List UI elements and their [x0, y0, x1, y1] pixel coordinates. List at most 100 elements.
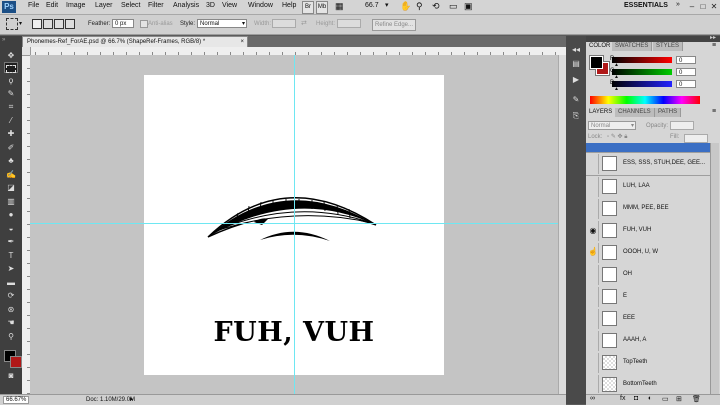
pen-tool-icon[interactable]: ✒ — [4, 236, 18, 247]
healing-brush-tool-icon[interactable]: ✚ — [4, 128, 18, 139]
refine-edge-button[interactable]: Refine Edge... — [372, 19, 416, 31]
tab-color[interactable]: COLOR — [586, 42, 615, 51]
layer-name[interactable]: EEE — [623, 315, 635, 321]
opacity-control[interactable]: Opacity: — [646, 121, 714, 130]
zoom-tool-icon[interactable]: ⚲ — [416, 1, 423, 12]
actions-panel-icon[interactable]: ▶ — [570, 74, 582, 85]
hand-tool-panel-icon[interactable]: ☚ — [4, 317, 18, 328]
screen-mode-icon[interactable]: ▣ — [464, 1, 473, 12]
layers-scrollbar[interactable] — [710, 143, 719, 394]
red-slider[interactable] — [612, 57, 672, 63]
green-slider[interactable] — [612, 69, 672, 75]
eraser-tool-icon[interactable]: ◪ — [4, 182, 18, 193]
lasso-tool-icon[interactable]: ϙ — [4, 75, 18, 86]
rectangular-marquee-tool-icon[interactable] — [4, 62, 18, 73]
rotate-view-icon[interactable]: ⟲ — [432, 1, 440, 12]
tab-styles[interactable]: STYLES — [653, 42, 684, 51]
workspace-menu-icon[interactable]: » — [676, 1, 680, 8]
bridge-icon[interactable]: Br — [302, 1, 314, 14]
lock-pixels-icon[interactable]: ✎ — [611, 134, 616, 140]
visibility-toggle-icon[interactable] — [588, 331, 599, 351]
layer-name[interactable]: MMM, PEE, BEE — [623, 205, 669, 211]
visibility-toggle-icon[interactable] — [588, 265, 599, 285]
type-tool-icon[interactable]: T — [4, 250, 18, 261]
history-panel-icon[interactable]: ▤ — [570, 58, 582, 69]
visibility-toggle-icon[interactable] — [588, 287, 599, 307]
history-brush-tool-icon[interactable]: ✍ — [4, 169, 18, 180]
height-input[interactable] — [337, 19, 361, 28]
clone-source-panel-icon[interactable]: ⎘ — [570, 110, 582, 121]
green-slider-thumb-icon[interactable]: ▲ — [614, 74, 619, 80]
zoom-tool-panel-icon[interactable]: ⚲ — [4, 331, 18, 342]
visibility-toggle-icon[interactable] — [588, 154, 599, 174]
visibility-toggle-icon[interactable] — [588, 353, 599, 373]
menu-edit[interactable]: Edit — [46, 2, 58, 9]
layer-style-icon[interactable]: fx — [620, 395, 625, 402]
quick-mask-icon[interactable]: ◙ — [4, 370, 18, 381]
layer-name[interactable]: FUH, VUH — [623, 227, 651, 233]
3d-rotate-tool-icon[interactable]: ⟳ — [4, 290, 18, 301]
cursor-hand-icon[interactable]: ☝ — [588, 243, 599, 263]
menu-3d[interactable]: 3D — [206, 2, 215, 9]
fill-input[interactable] — [684, 134, 708, 143]
layer-name[interactable]: TopTeeth — [623, 359, 647, 365]
close-button[interactable]: ✕ — [708, 1, 720, 12]
crop-tool-icon[interactable]: ⌗ — [4, 101, 18, 112]
zoom-dropdown-icon[interactable]: ▾ — [385, 1, 389, 9]
preset-dropdown-icon[interactable]: ▾ — [19, 20, 22, 27]
blue-slider-thumb-icon[interactable]: ▲ — [614, 86, 619, 92]
antialias-checkbox[interactable] — [140, 20, 148, 28]
adjustment-layer-icon[interactable]: ◐ — [648, 395, 652, 402]
workspace-switcher[interactable]: ESSENTIALS — [624, 2, 668, 9]
dodge-tool-icon[interactable]: ◒ — [4, 223, 18, 234]
new-selection-icon[interactable] — [32, 19, 42, 29]
tab-paths[interactable]: PATHS — [655, 108, 682, 117]
tab-swatches[interactable]: SWATCHES — [612, 42, 653, 51]
blue-slider[interactable] — [612, 81, 672, 87]
color-panel-menu-icon[interactable]: ≡ — [712, 42, 716, 49]
eye-icon[interactable]: ◉ — [588, 221, 599, 241]
new-group-icon[interactable]: ▭ — [662, 395, 669, 403]
zoom-readout[interactable]: 66.7 — [365, 2, 379, 9]
intersect-selection-icon[interactable] — [65, 19, 75, 29]
lock-position-icon[interactable]: ✥ — [618, 134, 623, 140]
menu-image[interactable]: Image — [66, 2, 85, 9]
guide-horizontal[interactable] — [30, 223, 566, 224]
view-extras-icon[interactable]: ▦ — [335, 1, 345, 12]
color-spectrum-ramp[interactable] — [590, 96, 700, 104]
status-menu-icon[interactable]: ▸ — [130, 395, 134, 403]
layer-row-selected[interactable] — [586, 143, 710, 153]
menu-file[interactable]: File — [28, 2, 39, 9]
layer-name[interactable]: BottomTeeth — [623, 381, 657, 387]
visibility-toggle-icon[interactable] — [588, 309, 599, 329]
layer-name[interactable]: OH — [623, 271, 632, 277]
blue-value-input[interactable]: 0 — [676, 80, 696, 88]
quick-selection-tool-icon[interactable]: ✎ — [4, 88, 18, 99]
swap-dimensions-icon[interactable]: ⇄ — [301, 19, 307, 27]
red-value-input[interactable]: 0 — [676, 56, 696, 64]
trash-icon[interactable]: 🗑︎ — [692, 395, 701, 403]
layer-name[interactable]: AAAH, A — [623, 337, 646, 343]
hand-tool-icon[interactable]: ✋ — [400, 1, 411, 12]
add-selection-icon[interactable] — [43, 19, 53, 29]
menu-layer[interactable]: Layer — [95, 2, 113, 9]
clone-stamp-tool-icon[interactable]: ♣ — [4, 155, 18, 166]
tab-layers[interactable]: LAYERS — [586, 108, 617, 117]
menu-filter[interactable]: Filter — [148, 2, 164, 9]
layer-name[interactable]: OOOH, U, W — [623, 249, 658, 255]
document-tab-close-icon[interactable]: × — [240, 37, 244, 47]
brush-tool-icon[interactable]: ✐ — [4, 142, 18, 153]
document-tab[interactable]: Phonemes-Ref_ForAE.psd @ 66.7% (ShapeRef… — [22, 36, 248, 47]
layers-panel-menu-icon[interactable]: ≡ — [712, 108, 716, 115]
visibility-toggle-icon[interactable] — [588, 177, 599, 197]
add-mask-icon[interactable]: ◘ — [634, 395, 638, 402]
strip-collapse-icon[interactable]: ◂◂ — [570, 44, 582, 55]
visibility-toggle-icon[interactable] — [588, 375, 599, 393]
link-layers-icon[interactable]: ∞ — [590, 395, 595, 402]
minibridge-icon[interactable]: Mb — [316, 1, 328, 14]
blur-tool-icon[interactable]: ● — [4, 209, 18, 220]
menu-select[interactable]: Select — [121, 2, 140, 9]
move-tool-icon[interactable]: ✥ — [4, 50, 18, 61]
subtract-selection-icon[interactable] — [54, 19, 64, 29]
3d-orbit-tool-icon[interactable]: ⊛ — [4, 304, 18, 315]
